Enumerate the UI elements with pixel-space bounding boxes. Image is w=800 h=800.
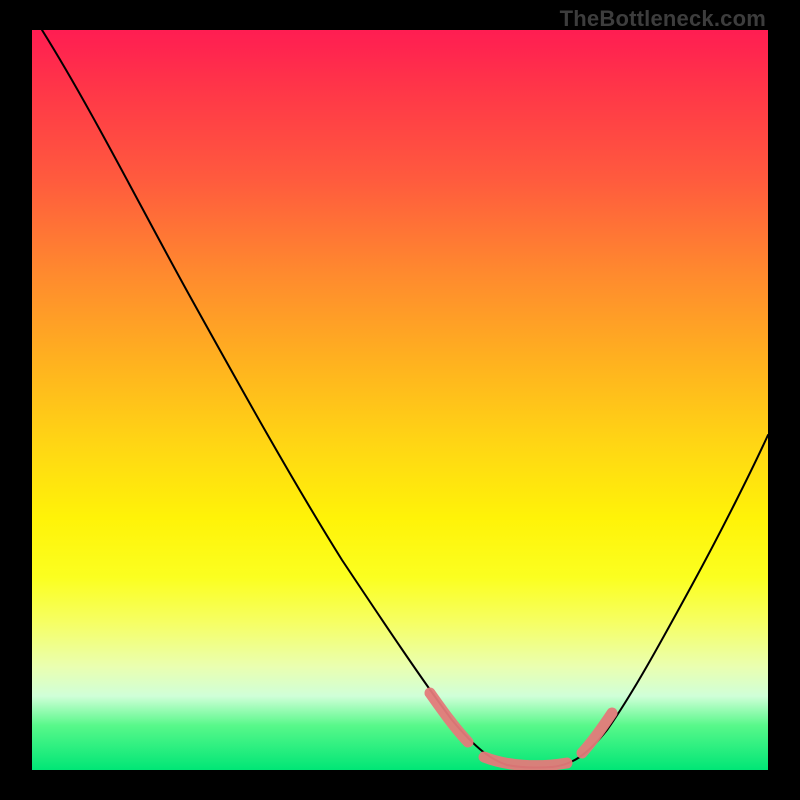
fit-marker-right <box>582 713 612 753</box>
bottleneck-curve <box>32 30 768 770</box>
watermark-text: TheBottleneck.com <box>560 6 766 32</box>
fit-marker-bottom <box>484 757 567 766</box>
fit-marker-left <box>430 693 468 742</box>
chart-frame: TheBottleneck.com <box>0 0 800 800</box>
plot-area <box>32 30 768 770</box>
curve-left <box>42 30 552 768</box>
curve-right <box>552 435 768 767</box>
